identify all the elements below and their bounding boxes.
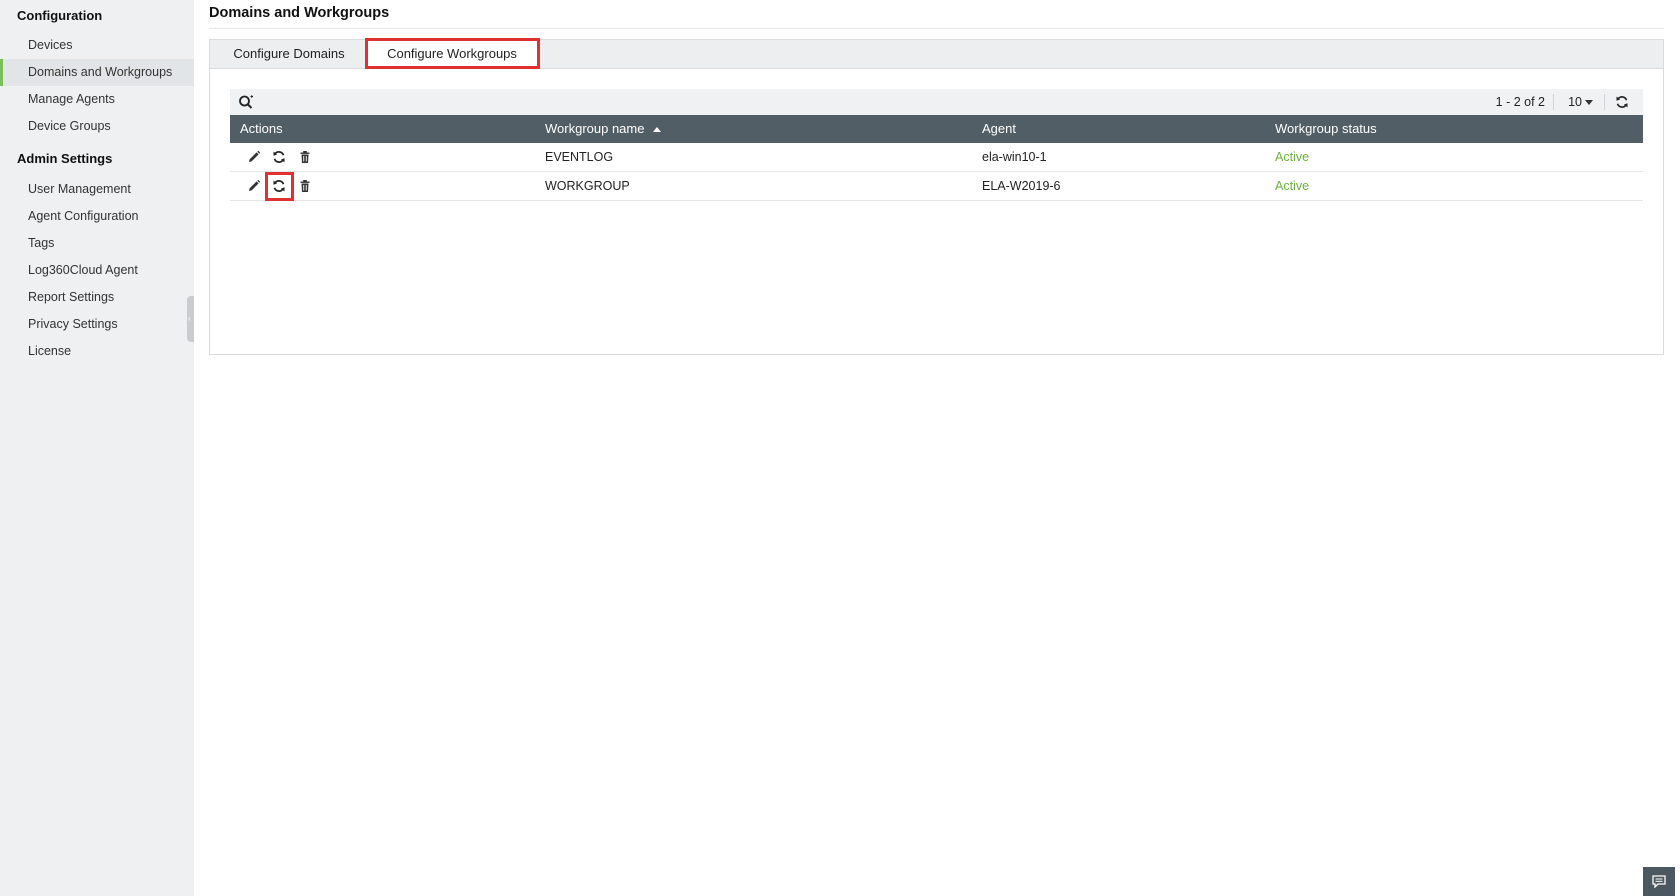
sidebar-item-manage-agents[interactable]: Manage Agents bbox=[0, 86, 194, 113]
refresh-icon[interactable] bbox=[1615, 95, 1629, 109]
title-divider bbox=[209, 28, 1664, 29]
sidebar-item-domains-and-workgroups[interactable]: Domains and Workgroups bbox=[0, 59, 194, 86]
per-page-value: 10 bbox=[1568, 95, 1582, 109]
page-title: Domains and Workgroups bbox=[209, 5, 390, 21]
sidebar-item-license[interactable]: License bbox=[0, 338, 194, 365]
sort-ascending-icon bbox=[653, 127, 662, 133]
status-badge: Active bbox=[1275, 150, 1310, 164]
sidebar-item-report-settings[interactable]: Report Settings bbox=[0, 284, 194, 311]
cell-agent: ela-win10-1 bbox=[982, 150, 1047, 164]
sidebar-item-log360cloud-agent[interactable]: Log360Cloud Agent bbox=[0, 257, 194, 284]
toolbar-divider bbox=[1553, 94, 1554, 110]
trash-icon[interactable] bbox=[298, 179, 312, 193]
sync-icon[interactable] bbox=[272, 150, 286, 164]
sidebar-item-privacy-settings[interactable]: Privacy Settings bbox=[0, 311, 194, 338]
cell-workgroup-name: EVENTLOG bbox=[545, 150, 614, 164]
tab-configure-workgroups[interactable]: Configure Workgroups bbox=[366, 40, 538, 70]
sync-icon[interactable] bbox=[272, 179, 286, 193]
sidebar-admin-list: User Management Agent Configuration Tags… bbox=[0, 176, 194, 365]
sidebar-item-device-groups[interactable]: Device Groups bbox=[0, 113, 194, 140]
sidebar: Configuration Devices Domains and Workgr… bbox=[0, 0, 194, 896]
toolbar-divider bbox=[1604, 94, 1605, 110]
column-header-agent[interactable]: Agent bbox=[982, 115, 1016, 143]
trash-icon[interactable] bbox=[298, 150, 312, 164]
pencil-icon[interactable] bbox=[247, 179, 261, 193]
pagination-text: 1 - 2 of 2 bbox=[1495, 95, 1545, 109]
workgroups-panel: Configure Domains Configure Workgroups 1… bbox=[209, 38, 1664, 355]
sidebar-item-tags[interactable]: Tags bbox=[0, 230, 194, 257]
chevron-down-icon bbox=[1585, 100, 1593, 106]
tab-bar: Configure Domains Configure Workgroups bbox=[210, 40, 1663, 70]
chat-icon bbox=[1652, 875, 1666, 888]
grid-toolbar: 1 - 2 of 2 10 bbox=[230, 89, 1643, 115]
chevron-left-icon: ‹ bbox=[188, 314, 191, 323]
column-header-label: Workgroup name bbox=[545, 121, 645, 136]
table-header: Actions Workgroup name Agent Workgroup s… bbox=[230, 115, 1643, 143]
column-header-workgroup-status[interactable]: Workgroup status bbox=[1275, 115, 1377, 143]
column-header-actions: Actions bbox=[240, 121, 283, 136]
tab-configure-domains[interactable]: Configure Domains bbox=[216, 40, 362, 69]
search-icon[interactable] bbox=[238, 94, 254, 110]
column-header-workgroup-name[interactable]: Workgroup name bbox=[545, 115, 662, 143]
cell-agent: ELA-W2019-6 bbox=[982, 179, 1061, 193]
sidebar-item-user-management[interactable]: User Management bbox=[0, 176, 194, 203]
chat-button[interactable] bbox=[1643, 867, 1675, 896]
status-badge: Active bbox=[1275, 179, 1310, 193]
sidebar-group-admin-settings: Admin Settings bbox=[17, 151, 113, 166]
cell-workgroup-name: WORKGROUP bbox=[545, 179, 630, 193]
sidebar-item-agent-configuration[interactable]: Agent Configuration bbox=[0, 203, 194, 230]
table-row: WORKGROUP ELA-W2019-6 Active bbox=[230, 172, 1643, 201]
sidebar-configuration-list: Devices Domains and Workgroups Manage Ag… bbox=[0, 32, 194, 140]
sidebar-group-configuration: Configuration bbox=[17, 8, 103, 23]
workgroups-table: Actions Workgroup name Agent Workgroup s… bbox=[230, 115, 1643, 201]
sidebar-collapse-handle[interactable]: ‹ bbox=[187, 296, 194, 342]
per-page-select[interactable]: 10 bbox=[1568, 89, 1593, 115]
sidebar-item-devices[interactable]: Devices bbox=[0, 32, 194, 59]
table-row: EVENTLOG ela-win10-1 Active bbox=[230, 143, 1643, 172]
pencil-icon[interactable] bbox=[247, 150, 261, 164]
